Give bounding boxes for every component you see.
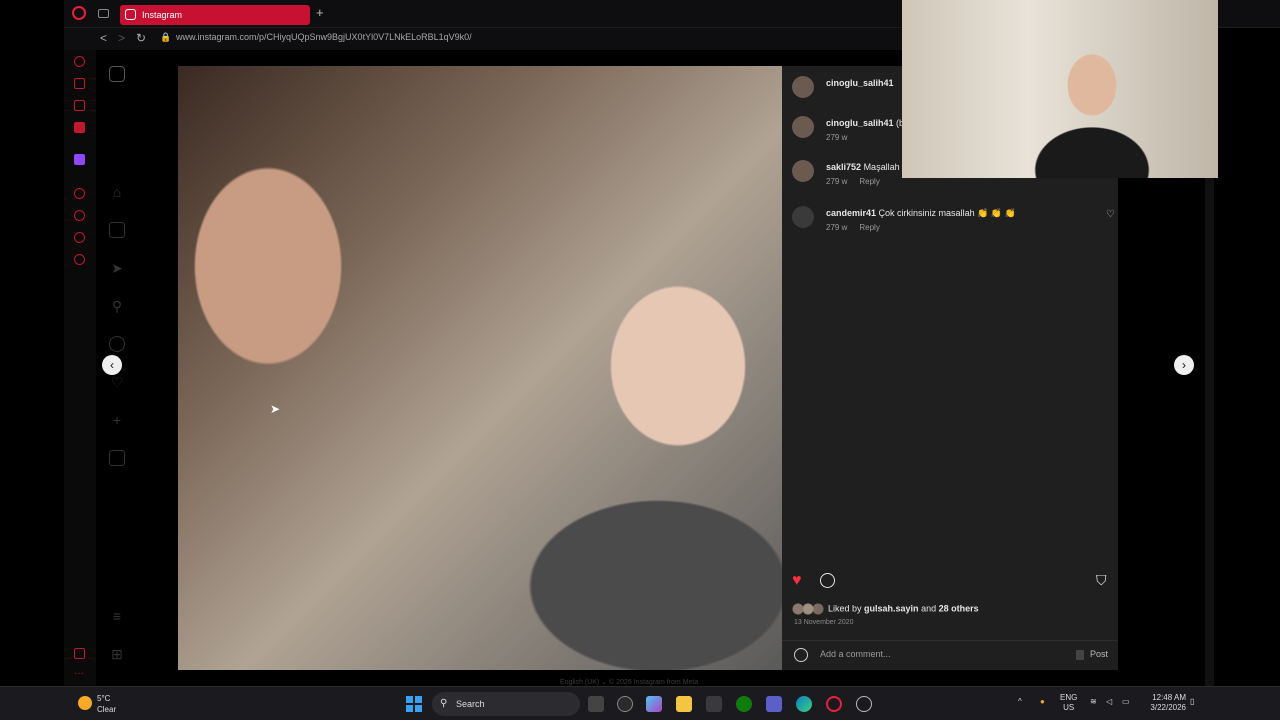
instagram-icon[interactable] bbox=[109, 66, 125, 82]
chart-icon[interactable] bbox=[109, 450, 125, 466]
mouse-cursor-icon: ➤ bbox=[270, 402, 281, 416]
add-comment-input[interactable]: Add a comment... bbox=[820, 649, 891, 659]
forward-button[interactable]: > bbox=[118, 31, 125, 45]
plus-icon[interactable]: + bbox=[109, 412, 125, 428]
sidebar-aria-icon[interactable] bbox=[74, 78, 85, 89]
comment-time: 279 w bbox=[826, 177, 848, 186]
comment-user[interactable]: sakli752 bbox=[826, 162, 861, 172]
instagram-footer: English (UK) ⌄ © 2026 Instagram from Met… bbox=[560, 679, 699, 686]
back-button[interactable]: < bbox=[100, 31, 107, 45]
reels-icon[interactable] bbox=[109, 222, 125, 238]
comment-text: Çok cirkinsiniz masallah 👏 👏 👏 bbox=[878, 208, 1016, 218]
sidebar-settings-icon[interactable] bbox=[74, 254, 85, 265]
weather-moon-icon[interactable] bbox=[78, 696, 92, 710]
previous-post-arrow-icon[interactable]: ‹ bbox=[102, 355, 122, 375]
xbox-icon[interactable] bbox=[736, 696, 752, 712]
steam-icon[interactable] bbox=[856, 696, 872, 712]
taskbar: 5°C Clear ⚲ Search ^ ● ENG US ≋ ◁ ▭ 12:48… bbox=[0, 686, 1280, 720]
sidebar-history-icon[interactable] bbox=[74, 56, 85, 67]
microphone-icon[interactable]: ● bbox=[1040, 697, 1045, 707]
search-icon[interactable]: ⚲ bbox=[109, 298, 125, 314]
opera-sidebar: ··· bbox=[64, 50, 96, 686]
search-glass-icon: ⚲ bbox=[440, 698, 448, 709]
sidebar-twitch-icon[interactable] bbox=[74, 154, 85, 165]
comment-time: 279 w bbox=[826, 223, 848, 232]
sidebar-messenger-icon[interactable] bbox=[74, 100, 85, 111]
store-icon[interactable] bbox=[706, 696, 722, 712]
reload-button[interactable]: ↻ bbox=[136, 31, 146, 45]
post-date: 13 November 2020 bbox=[794, 619, 854, 626]
comment-icon[interactable] bbox=[820, 573, 835, 588]
explore-icon[interactable] bbox=[109, 336, 125, 352]
grid-icon[interactable]: ⊞ bbox=[109, 646, 125, 662]
taskbar-search-label: Search bbox=[456, 699, 485, 709]
comment-text: Maşallah bbox=[863, 162, 900, 172]
language-indicator[interactable]: ENG US bbox=[1060, 693, 1077, 713]
sidebar-gx-icon[interactable] bbox=[74, 648, 85, 659]
like-heart-icon[interactable]: ♥ bbox=[792, 572, 802, 590]
avatar[interactable] bbox=[792, 160, 814, 182]
post-comment-button[interactable]: Post bbox=[1090, 649, 1108, 659]
webcam-overlay bbox=[902, 0, 1218, 178]
bookmark-icon[interactable]: ⛉ bbox=[1096, 572, 1107, 589]
liker-avatars bbox=[792, 603, 826, 615]
volume-icon[interactable]: ◁ bbox=[1106, 697, 1112, 707]
tab-title: Instagram bbox=[142, 10, 183, 20]
clipboard-icon bbox=[1076, 650, 1084, 660]
opera-taskbar-icon[interactable] bbox=[826, 696, 842, 712]
start-button-icon[interactable] bbox=[406, 696, 422, 712]
weather-condition[interactable]: Clear bbox=[97, 705, 116, 714]
liked-by-user[interactable]: gulsah.sayin bbox=[864, 603, 919, 613]
file-explorer-icon[interactable] bbox=[676, 696, 692, 712]
avatar[interactable] bbox=[792, 116, 814, 138]
lock-icon[interactable]: 🔒 bbox=[160, 32, 171, 43]
scrollbar[interactable] bbox=[1205, 178, 1214, 686]
reply-button[interactable]: Reply bbox=[859, 223, 879, 232]
task-view-icon[interactable] bbox=[588, 696, 604, 712]
chevron-up-icon[interactable]: ^ bbox=[1018, 697, 1022, 707]
avatar[interactable] bbox=[792, 206, 814, 228]
heart-icon[interactable]: ♡ bbox=[109, 374, 125, 390]
battery-icon[interactable]: ▭ bbox=[1122, 697, 1130, 707]
copilot-icon[interactable] bbox=[646, 696, 662, 712]
url-field[interactable]: www.instagram.com/p/CHiyqUQpSnw9BgjUX0tY… bbox=[176, 32, 472, 42]
wifi-icon[interactable]: ≋ bbox=[1090, 697, 1097, 707]
taskbar-search[interactable]: ⚲ Search bbox=[432, 692, 580, 716]
clock[interactable]: 12:48 AM 3/22/2026 bbox=[1146, 693, 1186, 713]
tab-instagram[interactable]: Instagram bbox=[120, 5, 310, 25]
instagram-favicon-icon bbox=[125, 9, 136, 20]
post-photo[interactable] bbox=[178, 66, 782, 670]
home-icon[interactable]: ⌂ bbox=[109, 184, 125, 200]
comment-user[interactable]: cinoglu_salih41 bbox=[826, 78, 894, 88]
weather-temp[interactable]: 5°C bbox=[97, 694, 110, 703]
new-tab-button[interactable]: + bbox=[316, 5, 324, 20]
reply-button[interactable]: Reply bbox=[859, 177, 879, 186]
next-post-arrow-icon[interactable]: › bbox=[1174, 355, 1194, 375]
add-comment-row: Add a comment... Post bbox=[782, 640, 1118, 670]
sidebar-extensions-icon[interactable] bbox=[74, 232, 85, 243]
avatar[interactable] bbox=[792, 76, 814, 98]
sidebar-clock-icon[interactable] bbox=[74, 210, 85, 221]
comment-like-icon[interactable]: ♡ bbox=[1106, 209, 1115, 220]
address-bar-row: < > ↻ 🔒 www.instagram.com/p/CHiyqUQpSnw9… bbox=[64, 28, 902, 50]
likes-others-link[interactable]: 28 others bbox=[939, 603, 979, 613]
notification-icon[interactable]: ▯ bbox=[1190, 697, 1194, 707]
edge-icon[interactable] bbox=[796, 696, 812, 712]
sidebar-more-icon[interactable]: ··· bbox=[74, 669, 85, 681]
teams-icon[interactable] bbox=[766, 696, 782, 712]
sidebar-gmail-icon[interactable] bbox=[74, 122, 85, 133]
likes-summary: Liked by gulsah.sayin and 28 others bbox=[792, 603, 979, 615]
dell-icon[interactable] bbox=[617, 696, 633, 712]
menu-icon[interactable]: ≡ bbox=[109, 608, 125, 624]
comment-user[interactable]: cinoglu_salih41 bbox=[826, 118, 894, 128]
emoji-icon[interactable] bbox=[794, 648, 808, 662]
opera-logo-icon[interactable] bbox=[72, 6, 86, 20]
send-icon[interactable]: ➤ bbox=[109, 260, 125, 276]
post-actions: ♥ ⛉ bbox=[792, 572, 1112, 592]
comment-user[interactable]: candemir41 bbox=[826, 208, 876, 218]
tab-manager-icon[interactable] bbox=[98, 9, 109, 18]
comment-time: 279 w bbox=[826, 133, 848, 142]
sidebar-player-icon[interactable] bbox=[74, 188, 85, 199]
